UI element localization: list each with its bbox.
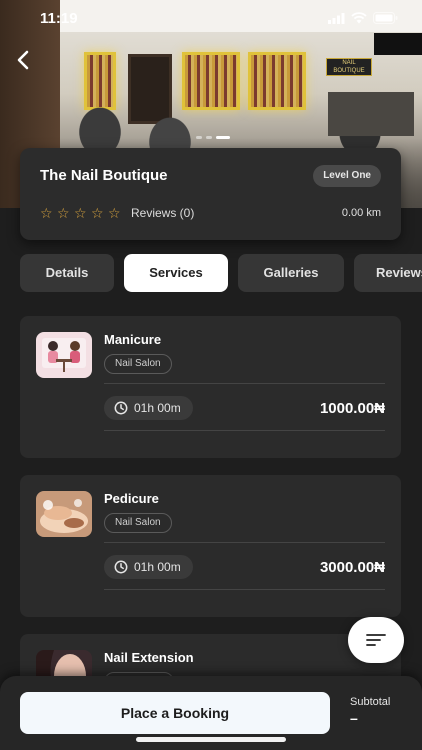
rating-row[interactable]: ☆ ☆ ☆ ☆ ☆ Reviews (0) <box>40 206 194 220</box>
hero-counter <box>328 92 414 136</box>
hero-pagination-dot[interactable] <box>206 136 212 139</box>
star-rating: ☆ ☆ ☆ ☆ ☆ <box>40 206 122 220</box>
divider <box>104 589 385 590</box>
star-outline-icon: ☆ <box>91 205 104 221</box>
duration-text: 01h 00m <box>134 560 181 574</box>
clock-icon <box>114 401 128 415</box>
service-price: 3000.00₦ <box>319 559 385 576</box>
filter-lines-icon <box>366 634 386 646</box>
level-badge: Level One <box>313 165 381 187</box>
service-duration: 01h 00m <box>104 555 193 579</box>
tab-details[interactable]: Details <box>20 254 114 292</box>
star-outline-icon: ☆ <box>40 205 53 221</box>
service-name: Nail Extension <box>104 650 194 665</box>
service-duration: 01h 00m <box>104 396 193 420</box>
service-category: Nail Salon <box>104 354 172 374</box>
status-bar: 11:19 <box>0 0 422 36</box>
tab-galleries[interactable]: Galleries <box>238 254 344 292</box>
battery-icon <box>373 12 398 24</box>
status-time: 11:19 <box>40 10 78 27</box>
service-price: 1000.00₦ <box>319 400 385 417</box>
hero-shop-sign: NAIL BOUTIQUE <box>326 58 372 76</box>
status-icons <box>328 12 398 24</box>
tab-bar: Details Services Galleries Reviews <box>20 254 422 292</box>
service-card[interactable]: Pedicure Nail Salon 01h 00m 3000.00₦ <box>20 475 401 617</box>
star-outline-icon: ☆ <box>108 205 121 221</box>
divider <box>104 383 385 384</box>
tab-reviews[interactable]: Reviews <box>354 254 422 292</box>
place-booking-button[interactable]: Place a Booking <box>20 692 330 734</box>
wifi-icon <box>351 12 367 24</box>
filter-button[interactable] <box>348 617 404 663</box>
reviews-count[interactable]: Reviews (0) <box>131 206 194 220</box>
divider <box>104 542 385 543</box>
service-category: Nail Salon <box>104 513 172 533</box>
signal-icon <box>328 12 345 24</box>
salon-name: The Nail Boutique <box>40 167 168 184</box>
salon-info-card: The Nail Boutique Level One ☆ ☆ ☆ ☆ ☆ Review… <box>20 148 401 240</box>
home-indicator <box>136 737 286 742</box>
distance-value: 0.00 km <box>341 207 381 219</box>
duration-text: 01h 00m <box>134 401 181 415</box>
service-card[interactable]: Manicure Nail Salon 01h 00m 1000.00₦ <box>20 316 401 458</box>
service-thumbnail <box>36 491 92 537</box>
service-name: Manicure <box>104 332 162 347</box>
subtotal-value: – <box>350 710 358 726</box>
clock-icon <box>114 560 128 574</box>
back-button[interactable] <box>12 48 34 72</box>
hero-pagination[interactable] <box>196 136 230 139</box>
chevron-left-icon <box>17 50 29 70</box>
tab-services[interactable]: Services <box>124 254 228 292</box>
booking-bar: Place a Booking Subtotal – <box>0 676 422 750</box>
hero-tv <box>374 33 422 55</box>
subtotal-label: Subtotal <box>350 696 391 708</box>
star-outline-icon: ☆ <box>57 205 70 221</box>
service-name: Pedicure <box>104 491 159 506</box>
hero-pagination-dot[interactable] <box>216 136 230 139</box>
divider <box>104 430 385 431</box>
hero-pagination-dot[interactable] <box>196 136 202 139</box>
star-outline-icon: ☆ <box>74 205 87 221</box>
service-thumbnail <box>36 332 92 378</box>
